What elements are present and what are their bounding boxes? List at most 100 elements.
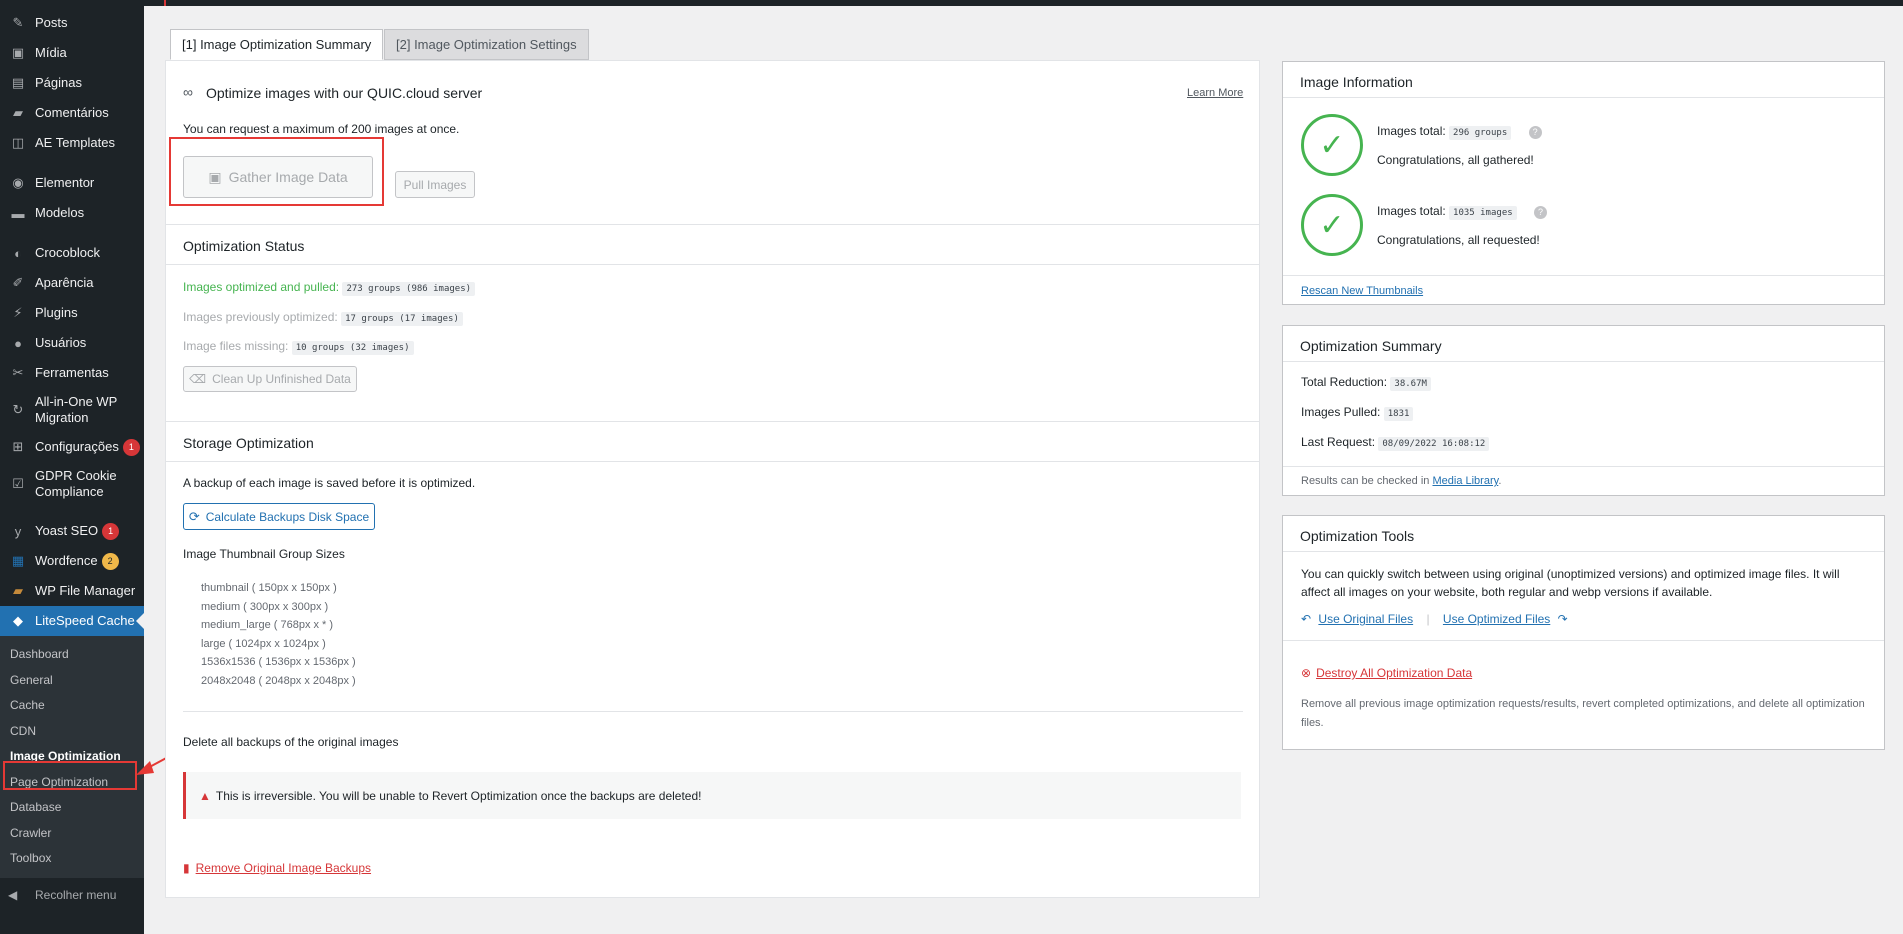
- yoast-icon: y: [14, 523, 22, 539]
- missing-label: Image files missing:: [183, 339, 289, 353]
- gathered-text: Congratulations, all gathered!: [1377, 153, 1534, 167]
- alarm-icon: ▲: [199, 788, 211, 803]
- learn-more-link[interactable]: Learn More: [1187, 87, 1243, 99]
- refresh-icon: ⟳: [188, 508, 200, 524]
- sidebar-item-yoast[interactable]: y Yoast SEO 1: [0, 516, 144, 546]
- sidebar-item-configuracoes[interactable]: ⊞ Configurações 1: [0, 432, 144, 462]
- destroy-description: Remove all previous image optimization r…: [1301, 698, 1865, 729]
- collapse-menu-button[interactable]: ◀ Recolher menu: [0, 878, 144, 912]
- pulled-value: 1831: [1383, 407, 1414, 421]
- sidebar-item-usuarios[interactable]: ● Usuários: [0, 328, 144, 358]
- clean-up-button[interactable]: ⌫ Clean Up Unfinished Data: [183, 366, 357, 392]
- sidebar-item-file-manager[interactable]: ▰ WP File Manager: [0, 576, 144, 606]
- pin-icon: ✎: [12, 15, 24, 30]
- sidebar-item-crocoblock[interactable]: ◐ Crocoblock: [0, 238, 144, 268]
- tab-image-optimization-settings[interactable]: [2] Image Optimization Settings: [384, 29, 589, 60]
- gdpr-icon: ☑: [12, 476, 24, 491]
- undo-icon: ↶: [1301, 612, 1312, 626]
- period-text: .: [1498, 475, 1502, 487]
- thumbnail-size: 1536x1536 ( 1536px x 1536px ): [201, 656, 356, 668]
- destroy-icon: ⊗: [1301, 666, 1312, 680]
- media-library-link[interactable]: Media Library: [1432, 475, 1498, 487]
- last-request-label: Last Request:: [1301, 435, 1376, 449]
- use-optimized-files-link[interactable]: Use Optimized Files: [1443, 612, 1550, 626]
- main-panel: ∞ Optimize images with our QUIC.cloud se…: [165, 60, 1260, 898]
- submenu-crawler[interactable]: Crawler: [0, 821, 144, 847]
- pull-images-button[interactable]: Pull Images: [395, 171, 475, 198]
- tools-description: You can quickly switch between using ori…: [1301, 567, 1840, 599]
- optimization-tools-title: Optimization Tools: [1283, 516, 1884, 552]
- sidebar-item-ferramentas[interactable]: ✂ Ferramentas: [0, 358, 144, 388]
- thumbnail-size: medium_large ( 768px x * ): [201, 619, 334, 631]
- optimization-status-title: Optimization Status: [183, 238, 305, 254]
- sidebar-item-posts[interactable]: ✎ Posts: [0, 8, 144, 38]
- check-icon: ✓: [1301, 114, 1363, 176]
- tab-image-optimization-summary[interactable]: [1] Image Optimization Summary: [170, 29, 384, 60]
- sidebar-item-gdpr[interactable]: ☑ GDPR Cookie Compliance: [0, 462, 144, 506]
- sidebar-item-wordfence[interactable]: ▦ Wordfence 2: [0, 546, 144, 576]
- optimization-tools-card: Optimization Tools You can quickly switc…: [1282, 515, 1885, 750]
- collapse-icon: ◀: [8, 887, 18, 902]
- rescan-thumbnails-link[interactable]: Rescan New Thumbnails: [1301, 285, 1423, 297]
- top-bar: [144, 0, 1903, 6]
- help-icon[interactable]: ?: [1528, 126, 1542, 139]
- sidebar-item-modelos[interactable]: ▬ Modelos: [0, 198, 144, 228]
- results-text: Results can be checked in: [1301, 475, 1430, 487]
- previous-value: 17 groups (17 images): [341, 312, 463, 326]
- previous-label: Images previously optimized:: [183, 310, 338, 324]
- notification-badge: 1: [102, 522, 120, 540]
- submenu-cache[interactable]: Cache: [0, 693, 144, 719]
- thumbnail-size: large ( 1024px x 1024px ): [201, 637, 326, 650]
- cloud-icon: ∞: [183, 84, 193, 100]
- admin-sidebar: ✎ Posts ▣ Mídia ▤ Páginas ▰ Comentários ◫ AE …: [0, 0, 144, 934]
- destroy-data-link[interactable]: Destroy All Optimization Data: [1316, 666, 1472, 680]
- pulled-label: Images Pulled:: [1301, 405, 1381, 419]
- sizes-title: Image Thumbnail Group Sizes: [183, 547, 345, 561]
- notification-badge: 2: [101, 552, 119, 570]
- sidebar-item-comments[interactable]: ▰ Comentários: [0, 98, 144, 128]
- trash-icon: ▮: [183, 861, 190, 875]
- link-separator: |: [1426, 612, 1430, 626]
- folder-icon: ▬: [11, 205, 25, 221]
- eraser-icon: ⌫: [189, 372, 207, 386]
- litespeed-icon: ◆: [13, 613, 23, 628]
- file-manager-icon: ▰: [13, 583, 23, 598]
- sidebar-item-ae-templates[interactable]: ◫ AE Templates: [0, 128, 144, 158]
- sidebar-item-media[interactable]: ▣ Mídia: [0, 38, 144, 68]
- images-total-label: Images total:: [1377, 204, 1446, 218]
- last-request-value: 08/09/2022 16:08:12: [1378, 437, 1490, 451]
- use-original-files-link[interactable]: Use Original Files: [1318, 612, 1413, 626]
- submenu-dashboard[interactable]: Dashboard: [0, 642, 144, 668]
- optimization-summary-card: Optimization Summary Total Reduction: 38…: [1282, 325, 1885, 496]
- images-total-label: Images total:: [1377, 124, 1446, 138]
- sidebar-item-pages[interactable]: ▤ Páginas: [0, 68, 144, 98]
- optimization-summary-title: Optimization Summary: [1283, 326, 1884, 362]
- page-icon: ▤: [11, 75, 25, 90]
- annotation-highlight-gather: [169, 137, 384, 206]
- remove-backups-link[interactable]: Remove Original Image Backups: [196, 861, 371, 875]
- limit-text: You can request a maximum of 200 images …: [183, 122, 460, 136]
- groups-value: 296 groups: [1449, 126, 1512, 140]
- sidebar-item-plugins[interactable]: ⚡ Plugins: [0, 298, 144, 328]
- thumbnail-size: thumbnail ( 150px x 150px ): [201, 582, 337, 594]
- thumbnail-size: 2048x2048 ( 2048px x 2048px ): [201, 674, 356, 687]
- sidebar-item-aparencia[interactable]: ✐ Aparência: [0, 268, 144, 298]
- calculate-backups-button[interactable]: ⟳ Calculate Backups Disk Space: [183, 503, 375, 530]
- wordfence-icon: ▦: [11, 553, 25, 568]
- reduction-value: 38.67M: [1390, 377, 1431, 391]
- reduction-label: Total Reduction:: [1301, 375, 1388, 389]
- optimize-title: Optimize images with our QUIC.cloud serv…: [206, 85, 483, 101]
- optimized-label: Images optimized and pulled:: [183, 280, 340, 294]
- sidebar-item-elementor[interactable]: ◉ Elementor: [0, 168, 144, 198]
- sidebar-item-migration[interactable]: ↻ All-in-One WP Migration: [0, 388, 144, 432]
- submenu-cdn[interactable]: CDN: [0, 719, 144, 745]
- brush-icon: ✐: [12, 275, 24, 290]
- help-icon[interactable]: ?: [1534, 206, 1547, 219]
- sidebar-item-litespeed[interactable]: ◆ LiteSpeed Cache: [0, 606, 144, 636]
- crocoblock-icon: ◐: [14, 245, 22, 261]
- submenu-toolbox[interactable]: Toolbox: [0, 846, 144, 872]
- image-information-title: Image Information: [1283, 62, 1884, 98]
- submenu-general[interactable]: General: [0, 668, 144, 694]
- update-badge: 1: [122, 438, 140, 456]
- submenu-database[interactable]: Database: [0, 795, 144, 821]
